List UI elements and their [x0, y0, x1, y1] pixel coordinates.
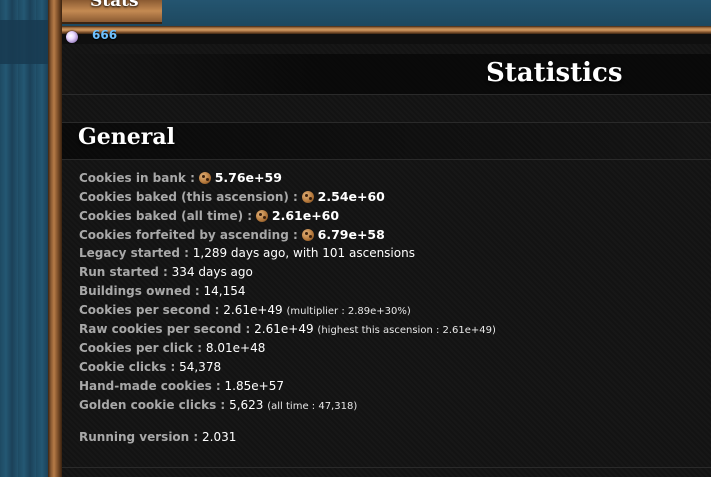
stat-label: Cookies baked (all time) :	[79, 209, 253, 223]
stat-label: Cookies per second :	[79, 303, 220, 317]
stat-row-hand-made-cookies: Hand-made cookies : 1.85e+57	[79, 377, 699, 396]
cookie-icon	[301, 229, 314, 241]
stat-value: 6.79e+58	[317, 227, 385, 242]
stat-label: Running version :	[79, 430, 199, 444]
stat-row-cookies-per-click: Cookies per click : 8.01e+48	[79, 339, 699, 358]
wooden-pillar	[48, 0, 62, 477]
cookie-icon	[198, 172, 211, 184]
stat-value: 2.031	[202, 430, 237, 444]
stat-value: 5,623	[229, 398, 264, 412]
stat-row-buildings-owned: Buildings owned : 14,154	[79, 282, 699, 301]
stat-note: (all time : 47,318)	[267, 401, 358, 412]
sugar-lump-count: 666	[92, 28, 118, 42]
stats-tab[interactable]: Stats	[62, 0, 162, 24]
stat-label: Cookie clicks :	[79, 360, 176, 374]
stat-value: 2.54e+60	[317, 189, 385, 204]
stat-value: 5.76e+59	[214, 170, 282, 185]
section-divider	[62, 467, 711, 468]
sugar-lump-icon	[66, 31, 78, 43]
stat-row-run-started: Run started : 334 days ago	[79, 263, 699, 282]
section-title-general: General	[78, 124, 175, 150]
cookie-icon	[255, 210, 268, 222]
stat-row-cookie-clicks: Cookie clicks : 54,378	[79, 358, 699, 377]
stat-note: (highest this ascension : 2.61e+49)	[317, 325, 496, 336]
stat-row-running-version: Running version : 2.031	[79, 428, 699, 447]
stat-note: (multiplier : 2.89e+30%)	[286, 306, 411, 317]
background-left	[0, 0, 48, 477]
general-stats-list: Cookies in bank : 5.76e+59 Cookies baked…	[79, 168, 699, 447]
stat-value: 1.85e+57	[224, 379, 284, 393]
stat-value: 2.61e+60	[271, 208, 340, 223]
stat-row-cookies-baked-this-ascension: Cookies baked (this ascension) : 2.54e+6…	[79, 187, 699, 206]
stat-value: 54,378	[179, 360, 222, 374]
background-band	[0, 20, 48, 64]
stat-row-golden-cookie-clicks: Golden cookie clicks : 5,623 (all time :…	[79, 396, 699, 415]
stat-row-cookies-per-second: Cookies per second : 2.61e+49 (multiplie…	[79, 301, 699, 320]
stat-label: Cookies in bank :	[79, 171, 195, 185]
stat-value: 2.61e+49	[223, 303, 283, 317]
stat-value: 334 days ago	[171, 265, 253, 279]
stat-row-cookies-baked-all-time: Cookies baked (all time) : 2.61e+60	[79, 206, 699, 225]
stat-value: 1,289 days ago, with 101 ascensions	[192, 246, 415, 260]
stats-panel: Statistics General Cookies in bank : 5.7…	[62, 44, 711, 477]
page-title: Statistics	[486, 58, 623, 88]
stat-label: Buildings owned :	[79, 284, 200, 298]
stat-row-cookies-forfeited: Cookies forfeited by ascending : 6.79e+5…	[79, 225, 699, 244]
stats-tab-label: Stats	[90, 0, 139, 11]
stat-label: Hand-made cookies :	[79, 379, 221, 393]
cookie-icon	[301, 191, 314, 203]
stat-label: Raw cookies per second :	[79, 322, 251, 336]
stat-label: Golden cookie clicks :	[79, 398, 226, 412]
stat-row-cookies-in-bank: Cookies in bank : 5.76e+59	[79, 168, 699, 187]
stat-label: Cookies per click :	[79, 341, 203, 355]
stat-row-legacy-started: Legacy started : 1,289 days ago, with 10…	[79, 244, 699, 263]
stat-label: Cookies forfeited by ascending :	[79, 228, 298, 242]
stat-label: Run started :	[79, 265, 168, 279]
stat-label: Legacy started :	[79, 246, 189, 260]
stat-row-raw-cookies-per-second: Raw cookies per second : 2.61e+49 (highe…	[79, 320, 699, 339]
stat-value: 2.61e+49	[254, 322, 314, 336]
stat-value: 8.01e+48	[205, 341, 266, 355]
stat-label: Cookies baked (this ascension) :	[79, 190, 298, 204]
stat-value: 14,154	[203, 284, 246, 298]
sugar-lumps[interactable]: 666	[62, 28, 262, 44]
